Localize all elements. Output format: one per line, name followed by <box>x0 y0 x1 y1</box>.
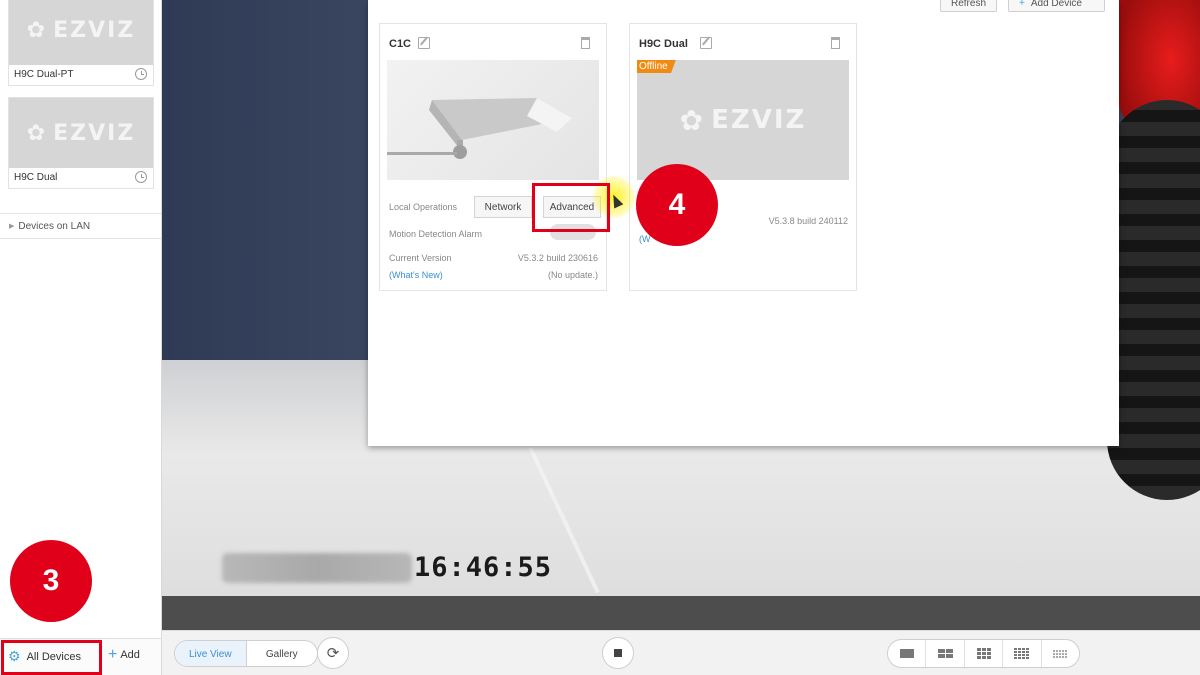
ezviz-logo: ✿ EZVIZ <box>679 103 807 137</box>
clock-icon[interactable] <box>135 68 147 80</box>
ezviz-flower-icon: ✿ <box>26 17 48 43</box>
device-thumbnail: Offline ✿ EZVIZ <box>637 60 849 180</box>
whats-new-link[interactable]: (What's New) <box>389 270 443 280</box>
plus-icon: + <box>1019 0 1025 9</box>
current-version-value: V5.3.8 build 240112 <box>768 216 848 226</box>
device-card-c1c: C1C Local Operations Network Advanced Mo… <box>379 23 607 291</box>
camera-name: H9C Dual <box>14 172 58 183</box>
view-mode-switch: Live View Gallery <box>174 640 318 667</box>
stop-button[interactable] <box>602 637 634 669</box>
trash-icon[interactable] <box>581 37 590 49</box>
ezviz-logo: ✿ EZVIZ <box>26 120 136 146</box>
layout-9-icon <box>976 648 991 659</box>
plus-icon: + <box>108 646 118 663</box>
layout-25-button[interactable] <box>1042 640 1079 667</box>
layout-4-button[interactable] <box>926 640 965 667</box>
current-version-value: V5.3.2 build 230616 <box>517 253 598 263</box>
update-status: (No update.) <box>547 270 598 280</box>
camera-thumbnail: ✿ EZVIZ <box>9 98 153 168</box>
video-tire <box>1107 100 1200 500</box>
device-name: C1C <box>389 38 412 50</box>
motion-detection-label: Motion Detection Alarm <box>389 229 483 239</box>
ezviz-flower-icon: ✿ <box>679 103 706 137</box>
caret-right-icon: ▶ <box>9 223 15 230</box>
add-device-button[interactable]: + Add Device <box>1008 0 1105 12</box>
refresh-button[interactable]: Refresh <box>940 0 998 12</box>
device-management-panel: Refresh + Add Device C1C Local Operations… <box>368 0 1119 446</box>
gallery-tab[interactable]: Gallery <box>247 641 318 666</box>
annotation-step-3: 3 <box>10 540 92 622</box>
network-button[interactable]: Network <box>474 196 532 218</box>
camera-thumbnail: ✿ EZVIZ <box>9 0 153 65</box>
annotation-step-4: 4 <box>636 164 718 246</box>
trash-icon[interactable] <box>831 37 840 49</box>
layout-selector <box>887 639 1080 668</box>
edit-icon[interactable] <box>700 37 712 49</box>
layout-16-button[interactable] <box>1003 640 1042 667</box>
video-timestamp: 16:46:55 <box>222 552 552 583</box>
stop-icon <box>614 649 622 657</box>
camera-card[interactable]: ✿ EZVIZ H9C Dual-PT <box>8 0 154 86</box>
camera-name: H9C Dual-PT <box>14 69 74 80</box>
live-view-tab[interactable]: Live View <box>175 641 247 666</box>
ezviz-flower-icon: ✿ <box>26 120 48 146</box>
video-status-bar <box>162 596 1200 630</box>
annotation-box-all-devices <box>1 640 102 675</box>
layout-4-icon <box>937 649 953 658</box>
clock-icon[interactable] <box>135 171 147 183</box>
timestamp-time: 16:46:55 <box>414 552 553 583</box>
blurred-date <box>222 552 412 583</box>
local-operations-label: Local Operations <box>389 202 458 212</box>
refresh-icon: ⟳ <box>326 645 340 662</box>
camera-card[interactable]: ✿ EZVIZ H9C Dual <box>8 97 154 189</box>
current-version-label: Current Version <box>389 253 452 263</box>
offline-badge: Offline <box>637 60 676 73</box>
edit-icon[interactable] <box>418 37 430 49</box>
annotation-box-advanced <box>532 183 610 232</box>
add-button[interactable]: + Add <box>108 646 140 663</box>
layout-1-icon <box>899 649 914 658</box>
ezviz-logo: ✿ EZVIZ <box>26 17 136 43</box>
layout-25-icon <box>1053 649 1068 658</box>
device-card-h9c-dual: H9C Dual Offline ✿ EZVIZ V5.3.8 build 24… <box>629 23 857 291</box>
bottom-toolbar: Live View Gallery ⟳ <box>162 630 1200 675</box>
video-wall <box>162 0 372 385</box>
layout-1-button[interactable] <box>888 640 927 667</box>
layout-9-button[interactable] <box>965 640 1004 667</box>
refresh-cycle-button[interactable]: ⟳ <box>317 637 349 669</box>
layout-16-icon <box>1014 648 1030 659</box>
camera-illustration-icon <box>387 98 572 159</box>
device-thumbnail <box>387 60 599 180</box>
devices-on-lan-section[interactable]: ▶ Devices on LAN <box>0 213 161 239</box>
device-name: H9C Dual <box>639 38 688 50</box>
